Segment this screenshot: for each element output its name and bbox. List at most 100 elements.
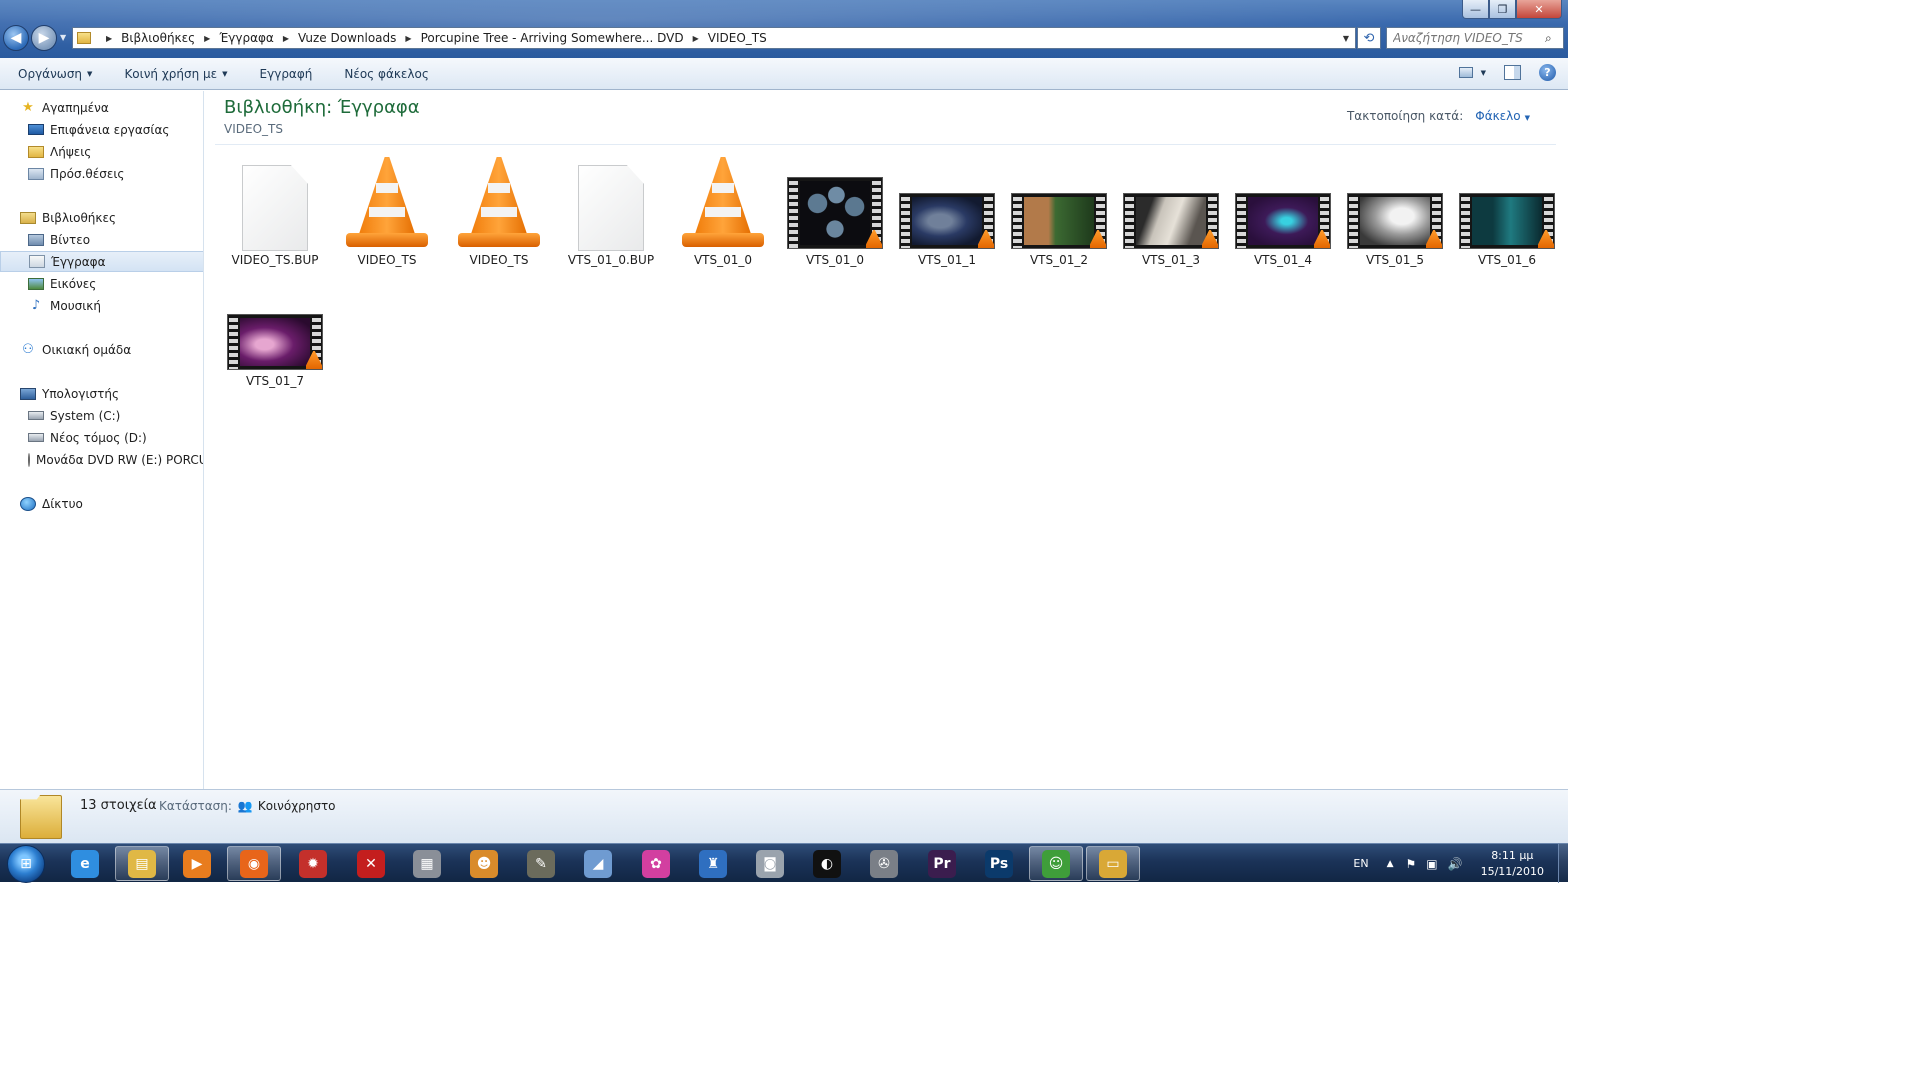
nav-libraries[interactable]: Βιβλιοθήκες <box>0 207 203 228</box>
taskbar-app-media-player[interactable]: ▶ <box>170 846 224 881</box>
taskbar-app-windows-explorer[interactable]: ▤ <box>115 846 169 881</box>
back-button[interactable]: ◀ <box>3 25 29 51</box>
taskbar-app-app-printer[interactable]: ▦ <box>400 846 454 881</box>
show-desktop-button[interactable] <box>1558 844 1568 883</box>
file-item[interactable]: VTS_01_2 <box>1005 153 1113 271</box>
change-view-button[interactable]: ▼ <box>1458 67 1486 78</box>
search-icon[interactable]: ⌕ <box>1545 31 1563 46</box>
taskbar-app-app-camera[interactable]: ◙ <box>743 846 797 881</box>
network-tray-icon[interactable]: ▣ <box>1426 857 1437 871</box>
taskbar-app-app-scanner[interactable]: ◢ <box>571 846 625 881</box>
file-item[interactable]: VIDEO_TS.BUP <box>221 153 329 271</box>
breadcrumb: ▶ Βιβλιοθήκες ▶ Έγγραφα ▶ Vuze Downloads… <box>97 31 767 45</box>
chevron-down-icon: ▼ <box>1480 68 1486 77</box>
recent-pages-dropdown[interactable]: ▼ <box>60 33 66 42</box>
chevron-right-icon[interactable]: ▶ <box>693 34 699 43</box>
file-item[interactable]: VTS_01_0.BUP <box>557 153 665 271</box>
close-button[interactable]: ✕ <box>1516 0 1562 19</box>
file-item[interactable]: VTS_01_1 <box>893 153 1001 271</box>
photoshop-icon: Ps <box>985 849 1013 878</box>
nav-recent-places[interactable]: Πρόσ.θέσεις <box>0 163 203 184</box>
file-item[interactable]: VTS_01_0 <box>669 153 777 271</box>
file-item[interactable]: VTS_01_6 <box>1453 153 1561 271</box>
nav-computer[interactable]: Υπολογιστής <box>0 383 203 404</box>
file-item[interactable]: VTS_01_5 <box>1341 153 1449 271</box>
breadcrumb-documents[interactable]: Έγγραφα <box>219 31 274 45</box>
nav-drive-d[interactable]: Νέος τόμος (D:) <box>0 427 203 448</box>
video-thumbnail <box>1235 193 1331 249</box>
nav-desktop[interactable]: Επιφάνεια εργασίας <box>0 119 203 140</box>
file-item[interactable]: VTS_01_3 <box>1117 153 1225 271</box>
nav-drive-d-label: Νέος τόμος (D:) <box>50 430 147 445</box>
taskbar-app-app-live[interactable]: ◐ <box>800 846 854 881</box>
file-item[interactable]: VIDEO_TS <box>333 153 441 271</box>
nav-homegroup[interactable]: ⚇ Οικιακή ομάδα <box>0 339 203 360</box>
taskbar-app-app-pinwheel[interactable]: ✿ <box>629 846 683 881</box>
taskbar-app-internet-explorer[interactable]: e <box>58 846 112 881</box>
nav-videos[interactable]: Βίντεο <box>0 229 203 250</box>
state-label: Κατάσταση: <box>159 799 232 813</box>
clock[interactable]: 8:11 μμ 15/11/2010 <box>1481 848 1544 880</box>
breadcrumb-dvd-folder[interactable]: Porcupine Tree - Arriving Somewhere... D… <box>421 31 684 45</box>
taskbar-app-app-x[interactable]: ✕ <box>344 846 398 881</box>
nav-documents[interactable]: Έγγραφα <box>0 251 203 272</box>
chevron-right-icon[interactable]: ▶ <box>283 34 289 43</box>
taskbar-app-app-gimp[interactable]: ✎ <box>514 846 568 881</box>
organize-menu[interactable]: Οργάνωση ▼ <box>0 67 106 81</box>
burn-button[interactable]: Εγγραφή <box>242 67 327 81</box>
refresh-button[interactable]: ⟲ <box>1357 27 1381 49</box>
chevron-right-icon[interactable]: ▶ <box>405 34 411 43</box>
address-bar[interactable]: ▶ Βιβλιοθήκες ▶ Έγγραφα ▶ Vuze Downloads… <box>72 27 1356 49</box>
music-note-icon: ♪ <box>31 298 41 313</box>
breadcrumb-vuze-downloads[interactable]: Vuze Downloads <box>298 31 396 45</box>
show-hidden-icons-button[interactable]: ▲ <box>1387 859 1394 869</box>
chevron-right-icon[interactable]: ▶ <box>204 34 210 43</box>
app-window-icon: ▭ <box>1099 849 1127 878</box>
new-folder-button[interactable]: Νέος φάκελος <box>326 67 443 81</box>
vlc-cone-icon <box>344 157 430 253</box>
maximize-button[interactable]: ❐ <box>1489 0 1516 19</box>
taskbar-app-premiere[interactable]: Pr <box>915 846 969 881</box>
details-pane: 13 στοιχεία Κατάσταση: 👥 Κοινόχρηστο <box>0 789 1568 843</box>
taskbar-app-app-people[interactable]: ☺ <box>1029 846 1083 881</box>
nav-drive-e[interactable]: Μονάδα DVD RW (E:) PORCU <box>0 449 203 470</box>
nav-pictures[interactable]: Εικόνες <box>0 273 203 294</box>
arrange-by-dropdown[interactable]: Φάκελο ▼ <box>1475 109 1530 123</box>
help-button[interactable]: ? <box>1539 64 1556 81</box>
nav-favorites[interactable]: ★ Αγαπημένα <box>0 97 203 118</box>
file-item[interactable]: VTS_01_7 <box>221 274 329 392</box>
address-dropdown-icon[interactable]: ▼ <box>1343 34 1349 43</box>
nav-downloads[interactable]: Λήψεις <box>0 141 203 162</box>
taskbar-app-app-face[interactable]: ☻ <box>457 846 511 881</box>
nav-music[interactable]: ♪ Μουσική <box>0 295 203 316</box>
language-indicator[interactable]: EN <box>1353 857 1368 870</box>
vlc-cone-icon <box>680 157 766 253</box>
breadcrumb-video-ts[interactable]: VIDEO_TS <box>708 31 767 45</box>
action-center-flag-icon[interactable]: ⚑ <box>1406 857 1417 871</box>
taskbar-app-app-castle[interactable]: ♜ <box>686 846 740 881</box>
preview-pane-button[interactable] <box>1504 65 1521 80</box>
taskbar-app-photoshop[interactable]: Ps <box>972 846 1026 881</box>
start-button[interactable]: ⊞ <box>7 845 45 883</box>
taskbar-app-firefox[interactable]: ◉ <box>227 846 281 881</box>
volume-icon[interactable]: 🔊 <box>1448 857 1463 871</box>
computer-icon <box>20 387 36 400</box>
app-face-icon: ☻ <box>470 849 498 878</box>
file-item[interactable]: VIDEO_TS <box>445 153 553 271</box>
nav-drive-c[interactable]: System (C:) <box>0 405 203 426</box>
file-item[interactable]: VTS_01_0 <box>781 153 889 271</box>
nav-libraries-label: Βιβλιοθήκες <box>42 210 117 225</box>
file-thumbnail <box>1005 153 1113 253</box>
search-input[interactable] <box>1387 31 1545 45</box>
taskbar-app-app-reel[interactable]: ✇ <box>857 846 911 881</box>
breadcrumb-libraries[interactable]: Βιβλιοθήκες <box>121 31 195 45</box>
nav-network[interactable]: Δίκτυο <box>0 493 203 514</box>
share-with-menu[interactable]: Κοινή χρήση με ▼ <box>106 67 241 81</box>
taskbar-app-app-window[interactable]: ▭ <box>1086 846 1140 881</box>
forward-button[interactable]: ▶ <box>31 25 57 51</box>
taskbar-app-app-red[interactable]: ✹ <box>286 846 340 881</box>
minimize-button[interactable]: — <box>1462 0 1489 19</box>
app-pinwheel-icon: ✿ <box>642 849 670 878</box>
file-item[interactable]: VTS_01_4 <box>1229 153 1337 271</box>
chevron-right-icon[interactable]: ▶ <box>106 34 112 43</box>
